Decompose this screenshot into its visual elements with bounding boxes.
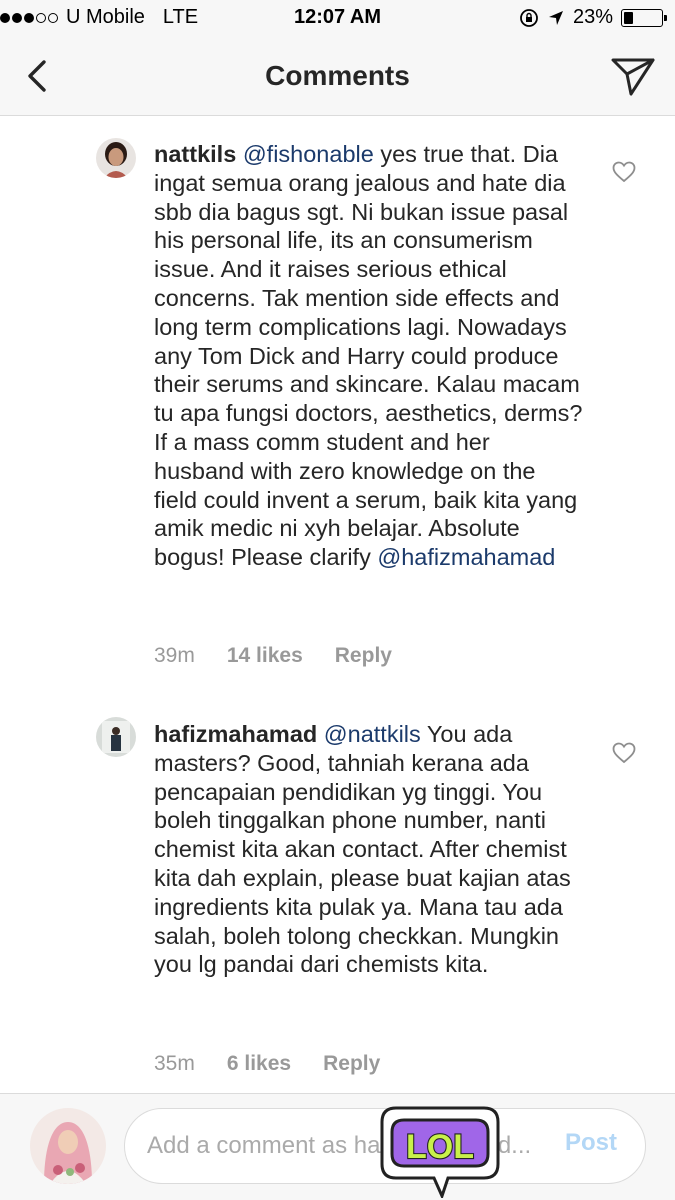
page-title: Comments	[265, 60, 410, 91]
comment-trailing-mention[interactable]: @hafizmahamad	[377, 544, 555, 570]
post-button[interactable]: Post	[565, 1129, 617, 1157]
comment-meta: 35m 6 likes Reply	[154, 1052, 380, 1076]
nav-bar: Comments	[0, 36, 675, 116]
comment-composer-bar: Post	[0, 1093, 675, 1200]
comment-likes[interactable]: 14 likes	[227, 644, 303, 668]
comment-mention[interactable]: @nattkils	[324, 721, 421, 747]
user-avatar	[30, 1108, 106, 1184]
comment-meta: 39m 14 likes Reply	[154, 644, 392, 668]
comment-likes[interactable]: 6 likes	[227, 1052, 291, 1076]
sticker-label: LOL	[406, 1128, 474, 1166]
paper-plane-icon[interactable]	[609, 54, 657, 98]
comment-username[interactable]: hafizmahamad	[154, 721, 317, 747]
comment-time: 39m	[154, 644, 195, 667]
comment-text: hafizmahamad @nattkils You ada masters? …	[154, 720, 584, 979]
comment-body: yes true that. Dia ingat semua orang jea…	[154, 141, 583, 571]
reply-button[interactable]: Reply	[323, 1052, 380, 1076]
orientation-lock-icon	[520, 8, 538, 27]
avatar[interactable]	[96, 717, 136, 757]
avatar[interactable]	[96, 138, 136, 178]
status-bar: U Mobile LTE 12:07 AM 23%	[0, 0, 675, 36]
lol-sticker: LOL	[372, 1102, 508, 1200]
comment-mention[interactable]: @fishonable	[243, 141, 374, 167]
like-heart-icon[interactable]	[612, 161, 636, 183]
comment-username[interactable]: nattkils	[154, 141, 236, 167]
status-right: 23%	[519, 6, 667, 29]
comment-text: nattkils @fishonable yes true that. Dia …	[154, 140, 584, 572]
location-arrow-icon	[548, 10, 563, 25]
reply-button[interactable]: Reply	[335, 644, 392, 668]
comment-time: 35m	[154, 1052, 195, 1075]
comment-body: You ada masters? Good, tahniah kerana ad…	[154, 721, 571, 978]
battery-percent: 23%	[572, 6, 613, 28]
battery-icon	[621, 8, 667, 27]
like-heart-icon[interactable]	[612, 742, 636, 764]
